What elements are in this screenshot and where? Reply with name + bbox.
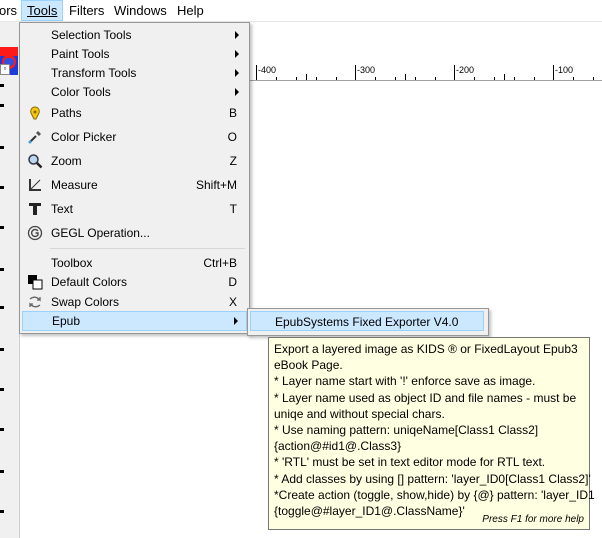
- menu-item-label: Measure: [51, 178, 98, 192]
- tooltip-help-hint: Press F1 for more help: [482, 513, 584, 525]
- ruler-label: -400: [258, 65, 277, 75]
- menu-filters[interactable]: Filters: [64, 0, 109, 21]
- menu-item-shortcut: X: [228, 295, 237, 309]
- tooltip-line: * Layer name start with '!' enforce save…: [274, 374, 536, 389]
- ruler-label: -200: [456, 65, 475, 75]
- menu-item-label: Epub: [52, 314, 81, 328]
- menu-item-paths[interactable]: Paths B: [22, 103, 247, 123]
- menu-item-label: Transform Tools: [51, 66, 137, 80]
- menu-item-shortcut: T: [229, 202, 237, 216]
- menu-item-zoom[interactable]: Zoom Z: [22, 151, 247, 171]
- menu-item-selection-tools[interactable]: Selection Tools: [22, 25, 247, 45]
- submenu-arrow-icon: [235, 50, 239, 58]
- menu-item-measure[interactable]: Measure Shift+M: [22, 175, 247, 195]
- menu-item-shortcut: B: [228, 106, 237, 120]
- menu-item-label: Color Tools: [51, 85, 111, 99]
- menubar: ors Tools Filters Windows Help: [0, 0, 602, 22]
- swap-colors-icon: [29, 296, 41, 308]
- submenu-arrow-icon: [235, 69, 239, 77]
- menu-item-default-colors[interactable]: Default Colors D: [22, 272, 247, 292]
- color-picker-icon: [28, 131, 41, 144]
- tools-menu: Selection Tools Paint Tools Transform To…: [19, 22, 250, 334]
- menu-item-label: Zoom: [51, 154, 82, 168]
- menu-item-label: Default Colors: [51, 275, 128, 289]
- menu-item-label: Selection Tools: [51, 28, 132, 42]
- left-panel-strip: [0, 22, 20, 538]
- menu-item-gegl-operation[interactable]: GEGL Operation...: [22, 223, 247, 243]
- menu-item-label: GEGL Operation...: [51, 226, 150, 240]
- tooltip-line: * 'RTL' must be set in text editor mode …: [274, 455, 546, 470]
- epub-submenu: EpubSystems Fixed Exporter V4.0: [247, 308, 489, 336]
- horizontal-ruler: -400 -300 -200 -100: [248, 64, 602, 81]
- submenu-arrow-icon: [235, 31, 239, 39]
- menu-item-text[interactable]: Text T: [22, 199, 247, 219]
- menu-item-color-tools[interactable]: Color Tools: [22, 82, 247, 102]
- menu-separator: [50, 248, 245, 249]
- menu-item-shortcut: Ctrl+B: [203, 256, 237, 270]
- tooltip-line: *Create action (toggle, show,hide) by {@…: [274, 487, 595, 502]
- menu-item-shortcut: D: [228, 275, 237, 289]
- menu-help[interactable]: Help: [172, 0, 209, 21]
- plugin-tooltip: Export a layered image as KIDS ® or Fixe…: [268, 337, 595, 530]
- menu-item-label: Toolbox: [51, 256, 93, 270]
- submenu-arrow-icon: [234, 317, 238, 325]
- menu-item-label: Paths: [51, 106, 82, 120]
- menu-item-epubsystems-fixed-exporter[interactable]: EpubSystems Fixed Exporter V4.0: [250, 311, 484, 331]
- menu-item-shortcut: Z: [229, 154, 237, 168]
- menu-item-toolbox[interactable]: Toolbox Ctrl+B: [22, 253, 247, 273]
- menu-item-paint-tools[interactable]: Paint Tools: [22, 44, 247, 64]
- menu-item-epub[interactable]: Epub: [22, 311, 247, 331]
- gegl-icon: [27, 225, 43, 241]
- menu-tools-label: Tools: [27, 3, 58, 18]
- text-tool-icon: [29, 203, 41, 215]
- tooltip-line: eBook Page.: [274, 358, 343, 373]
- menu-item-shortcut: O: [227, 130, 237, 144]
- menu-item-label: Text: [51, 202, 74, 216]
- ruler-label: -300: [357, 65, 376, 75]
- menu-item-label: Color Picker: [51, 130, 117, 144]
- menu-windows[interactable]: Windows: [109, 0, 172, 21]
- paths-icon: [30, 106, 40, 120]
- tooltip-line: uniqe and without special chars.: [274, 406, 445, 421]
- menu-item-shortcut: Shift+M: [195, 178, 237, 192]
- menu-item-transform-tools[interactable]: Transform Tools: [22, 63, 247, 83]
- tooltip-line: Export a layered image as KIDS ® or Fixe…: [274, 342, 578, 356]
- menu-colors[interactable]: ors: [0, 0, 22, 21]
- default-colors-icon: [28, 275, 43, 290]
- ruler-label: -100: [555, 65, 574, 75]
- zoom-icon: [28, 154, 43, 169]
- submenu-arrow-icon: [235, 88, 239, 96]
- measure-icon: [29, 179, 41, 191]
- menu-tools[interactable]: Tools: [21, 0, 64, 21]
- menu-item-color-picker[interactable]: Color Picker O: [22, 127, 247, 147]
- menu-item-label: EpubSystems Fixed Exporter V4.0: [275, 315, 459, 329]
- tooltip-line: * Layer name used as object ID and file …: [274, 390, 577, 405]
- tooltip-line: * Add classes by using [] pattern: 'laye…: [274, 471, 591, 486]
- tooltip-line: * Use naming pattern: uniqeName[Class1 C…: [274, 423, 539, 438]
- tooltip-line: {action@#id1@.Class3}: [274, 439, 402, 454]
- menu-item-label: Swap Colors: [51, 295, 120, 309]
- ruler-origin-toggle[interactable]: ▫: [0, 64, 10, 75]
- menu-item-swap-colors[interactable]: Swap Colors X: [22, 292, 247, 312]
- menu-item-label: Paint Tools: [51, 47, 110, 61]
